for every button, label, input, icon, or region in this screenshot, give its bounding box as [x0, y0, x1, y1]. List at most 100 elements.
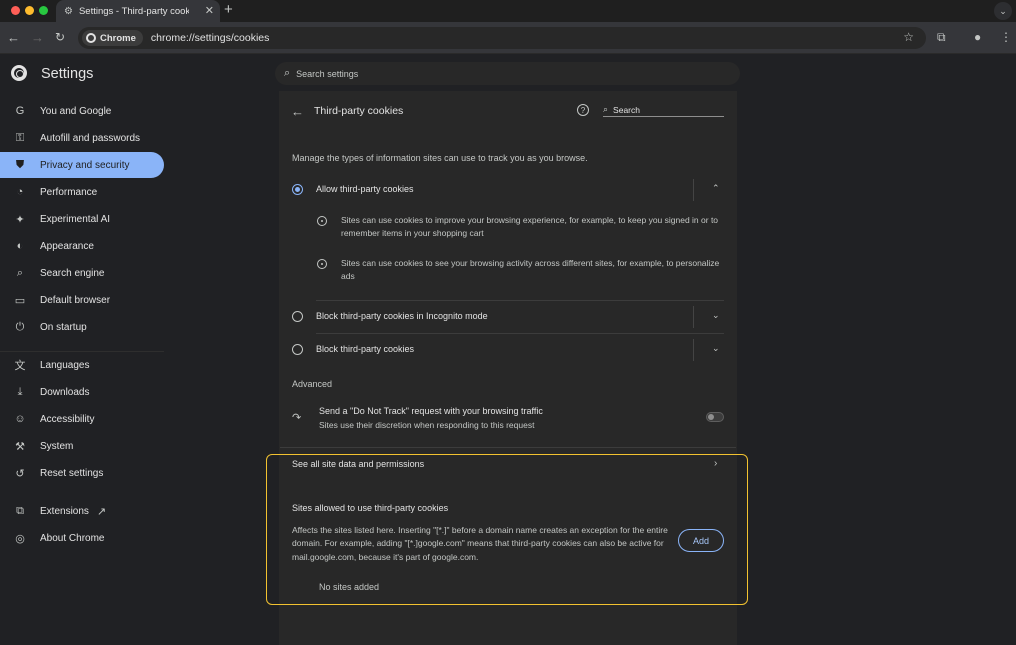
- detail-text: Sites can use cookies to see your browsi…: [341, 258, 720, 281]
- option-allow-third-party[interactable]: Allow third-party cookies ⌃: [280, 179, 736, 201]
- search-icon: ⌕: [284, 67, 291, 79]
- url-text[interactable]: chrome://settings/cookies: [151, 32, 269, 44]
- sidebar-item-search-engine[interactable]: ⌕ Search engine: [0, 260, 164, 286]
- page-search-input[interactable]: ⌕ Search: [603, 103, 724, 117]
- gear-icon: ⚙: [64, 5, 73, 17]
- sidebar-item-label: Languages: [40, 359, 90, 371]
- settings-title: Settings: [41, 66, 94, 82]
- sidebar-item-on-startup[interactable]: ⏻ On startup: [0, 314, 164, 340]
- more-menu-icon[interactable]: ⋮: [1000, 30, 1012, 44]
- option-separator: [693, 179, 694, 201]
- profile-avatar-icon[interactable]: ●: [974, 30, 981, 44]
- add-site-button[interactable]: Add: [678, 529, 724, 552]
- browser-toolbar: ← → ↻ Chrome chrome://settings/cookies ☆…: [0, 22, 1016, 54]
- page-search-placeholder: Search: [613, 104, 640, 115]
- chrome-logo-icon: ◎: [15, 532, 25, 545]
- sidebar-item-performance[interactable]: ◔ Performance: [0, 179, 164, 205]
- radio-block-incognito[interactable]: [292, 311, 303, 322]
- sidebar-item-label: Privacy and security: [40, 159, 130, 171]
- chevron-up-icon[interactable]: ⌃: [712, 183, 720, 194]
- translate-icon: 文: [14, 360, 26, 372]
- sidebar-item-system[interactable]: ⚒ System: [0, 433, 164, 459]
- sidebar-item-appearance[interactable]: ◐ Appearance: [0, 233, 164, 259]
- back-arrow-icon[interactable]: ←: [7, 30, 20, 45]
- site-data-link[interactable]: See all site data and permissions: [292, 459, 424, 469]
- maximize-window-button[interactable]: [39, 6, 48, 15]
- tab-search-button[interactable]: ⌄: [994, 2, 1012, 20]
- sidebar-item-label: Extensions: [40, 505, 89, 517]
- browser-window-icon: ▭: [14, 294, 26, 307]
- divider: [316, 333, 724, 334]
- sidebar-item-downloads[interactable]: ⤓ Downloads: [0, 379, 164, 405]
- sidebar-item-extensions[interactable]: ⧉ Extensions ↗: [0, 498, 164, 524]
- speedometer-icon: ◔: [16, 186, 24, 198]
- reset-icon: ↺: [15, 467, 25, 480]
- external-link-icon: ↗: [96, 505, 107, 518]
- option-block-third-party[interactable]: Block third-party cookies ⌄: [280, 339, 736, 361]
- shield-icon: ⛊: [15, 158, 25, 171]
- sidebar-item-label: Reset settings: [40, 467, 104, 479]
- radio-allow-third-party[interactable]: [292, 184, 303, 195]
- site-chip-label: Chrome: [100, 32, 136, 44]
- close-window-button[interactable]: [11, 6, 20, 15]
- sidebar-item-label: Autofill and passwords: [40, 132, 141, 144]
- search-icon: ⌕: [603, 104, 609, 114]
- radio-block-third-party[interactable]: [292, 344, 303, 355]
- sidebar-item-you-and-google[interactable]: G You and Google: [0, 98, 164, 124]
- cookie-icon: [317, 259, 327, 269]
- sidebar-item-accessibility[interactable]: ☺ Accessibility: [0, 406, 164, 432]
- option-separator: [693, 306, 694, 328]
- intro-text: Manage the types of information sites ca…: [292, 153, 588, 163]
- cookie-icon: [317, 216, 327, 226]
- site-chip[interactable]: Chrome: [82, 30, 143, 46]
- sidebar-item-label: Appearance: [40, 240, 94, 252]
- sidebar-item-label: You and Google: [40, 105, 112, 117]
- minimize-window-button[interactable]: [25, 6, 34, 15]
- allowed-sites-title: Sites allowed to use third-party cookies: [292, 503, 449, 513]
- help-icon[interactable]: ?: [577, 104, 589, 116]
- option-separator: [693, 339, 694, 361]
- sidebar-item-label: Downloads: [40, 386, 90, 398]
- key-icon: ⚿: [15, 131, 25, 144]
- settings-search-input[interactable]: ⌕ Search settings: [275, 62, 740, 85]
- forward-arrow-icon[interactable]: →: [31, 30, 44, 45]
- active-tab[interactable]: ⚙ Settings - Third-party cookies ✕: [56, 0, 220, 22]
- palette-icon: ◐: [16, 240, 24, 252]
- do-not-track-toggle[interactable]: [706, 412, 724, 422]
- sidebar-item-label: Experimental AI: [40, 213, 111, 225]
- sidebar-item-about-chrome[interactable]: ◎ About Chrome: [0, 525, 164, 551]
- google-g-icon: G: [15, 105, 25, 117]
- chevron-right-icon[interactable]: ›: [714, 458, 717, 469]
- sidebar-item-reset-settings[interactable]: ↺ Reset settings: [0, 460, 164, 486]
- chevron-down-icon[interactable]: ⌄: [712, 310, 720, 321]
- do-not-track-title: Send a "Do Not Track" request with your …: [319, 406, 543, 416]
- sidebar-item-label: Performance: [40, 186, 98, 198]
- new-tab-button[interactable]: +: [224, 1, 233, 18]
- back-arrow-icon[interactable]: ←: [291, 104, 304, 119]
- option-label: Block third-party cookies: [316, 344, 415, 354]
- sidebar-item-languages[interactable]: 文 Languages: [0, 352, 164, 378]
- chrome-settings-logo-icon: [11, 65, 27, 81]
- sidebar-item-label: System: [40, 440, 74, 452]
- sidebar-item-experimental-ai[interactable]: ✦ Experimental AI: [0, 206, 164, 232]
- detail-text: Sites can use cookies to improve your br…: [341, 215, 719, 238]
- sidebar-item-label: Accessibility: [40, 413, 95, 425]
- address-bar[interactable]: Chrome chrome://settings/cookies ☆: [78, 27, 926, 49]
- sidebar-item-privacy[interactable]: ⛊ Privacy and security: [0, 152, 164, 178]
- puzzle-icon: ⧉: [16, 504, 24, 517]
- bookmark-star-icon[interactable]: ☆: [903, 30, 914, 44]
- do-not-track-subtitle: Sites use their discretion when respondi…: [319, 420, 535, 430]
- download-icon: ⤓: [17, 385, 23, 398]
- option-label: Allow third-party cookies: [316, 184, 414, 194]
- sidebar-item-autofill[interactable]: ⚿ Autofill and passwords: [0, 125, 164, 151]
- chevron-down-icon[interactable]: ⌄: [712, 343, 720, 354]
- page-title: Third-party cookies: [314, 105, 404, 117]
- search-icon: ⌕: [16, 266, 24, 279]
- sidebar-item-label: Search engine: [40, 267, 105, 279]
- extensions-puzzle-icon[interactable]: ⧉: [937, 30, 946, 45]
- sidebar-item-default-browser[interactable]: ▭ Default browser: [0, 287, 164, 313]
- sidebar-item-label: On startup: [40, 321, 87, 333]
- tab-close-icon[interactable]: ✕: [205, 4, 214, 17]
- option-block-incognito[interactable]: Block third-party cookies in Incognito m…: [280, 306, 736, 328]
- reload-icon[interactable]: ↻: [55, 30, 65, 44]
